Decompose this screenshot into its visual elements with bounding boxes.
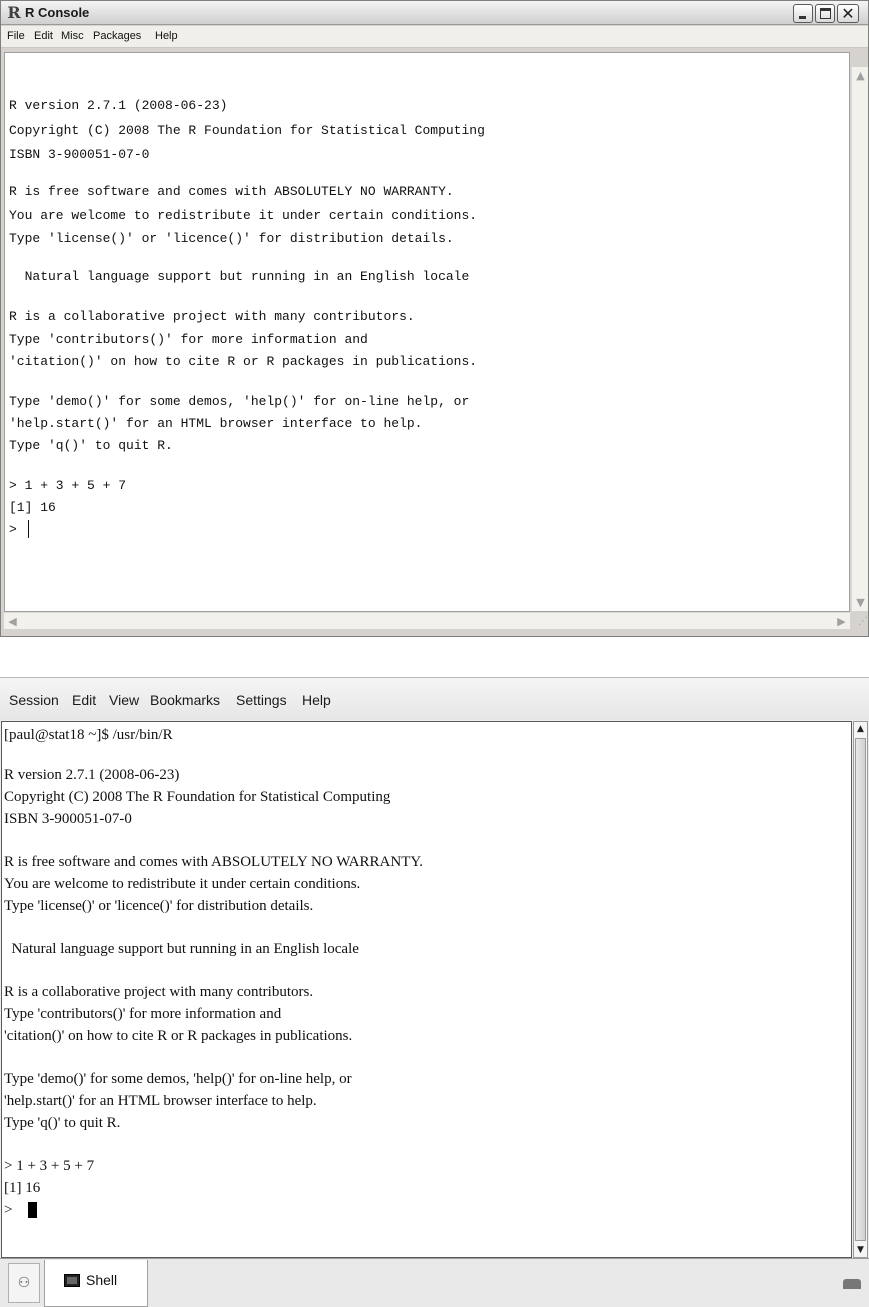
close-button[interactable]: ✕ — [837, 4, 859, 23]
maximize-button[interactable] — [815, 4, 835, 23]
console-line: 'citation()' on how to cite R or R packa… — [9, 354, 478, 369]
menu-edit[interactable]: Edit — [72, 692, 96, 708]
console-line: Type 'license()' or 'licence()' for dist… — [9, 231, 454, 246]
close-session-icon[interactable] — [843, 1279, 861, 1289]
menu-view[interactable]: View — [109, 692, 139, 708]
close-icon: ✕ — [841, 4, 855, 23]
terminal-line: Type 'contributors()' for more informati… — [4, 1006, 282, 1022]
console-line: Type 'demo()' for some demos, 'help()' f… — [9, 394, 470, 409]
terminal-line: Natural language support but running in … — [4, 941, 359, 957]
terminal-line: Type 'license()' or 'licence()' for dist… — [4, 898, 314, 914]
new-session-icon: ⚇ — [17, 1275, 31, 1291]
block-cursor — [28, 1202, 37, 1218]
console-line: Natural language support but running in … — [9, 269, 470, 284]
scroll-up-icon[interactable]: ▲ — [854, 722, 867, 736]
console-line: > 1 + 3 + 5 + 7 — [9, 478, 127, 493]
menu-help[interactable]: Help — [302, 692, 331, 708]
terminal-line: 'citation()' on how to cite R or R packa… — [4, 1028, 353, 1044]
terminal-prompt: > — [4, 1202, 17, 1218]
terminal-line: 'help.start()' for an HTML browser inter… — [4, 1093, 317, 1109]
menu-misc[interactable]: Misc — [61, 30, 84, 42]
scrollbar-thumb[interactable] — [855, 738, 866, 1241]
console-line: 'help.start()' for an HTML browser inter… — [9, 416, 423, 431]
terminal-line: R is free software and comes with ABSOLU… — [4, 854, 424, 870]
terminal-line: You are welcome to redistribute it under… — [4, 876, 361, 892]
scroll-down-icon[interactable]: ▼ — [852, 594, 869, 611]
terminal-line: [1] 16 — [4, 1180, 41, 1196]
r-logo-icon: R — [7, 3, 21, 22]
resize-grip-icon[interactable]: ⋰ — [851, 612, 868, 629]
scroll-left-icon[interactable]: ◀ — [4, 613, 21, 630]
terminal-line: [paul@stat18 ~]$ /usr/bin/R — [4, 727, 173, 743]
minimize-button[interactable] — [793, 4, 813, 23]
window-title: R Console — [25, 5, 90, 20]
menu-packages[interactable]: Packages — [93, 30, 141, 42]
console-output[interactable]: R version 2.7.1 (2008-06-23) Copyright (… — [4, 52, 850, 612]
horizontal-scrollbar[interactable]: ◀ ▶ — [4, 612, 850, 629]
tab-label: Shell — [86, 1272, 118, 1288]
terminal-window: Session Edit View Bookmarks Settings Hel… — [0, 677, 869, 1307]
console-line: Type 'q()' to quit R. — [9, 438, 173, 453]
console-line: R version 2.7.1 (2008-06-23) — [9, 98, 228, 113]
terminal-icon — [64, 1274, 80, 1287]
terminal-line: R version 2.7.1 (2008-06-23) — [4, 767, 180, 783]
terminal-line: R is a collaborative project with many c… — [4, 984, 314, 1000]
terminal-line: Type 'q()' to quit R. — [4, 1115, 121, 1131]
vertical-scrollbar[interactable]: ▲ ▼ — [851, 67, 868, 611]
title-bar[interactable]: R R Console ✕ — [1, 1, 868, 25]
minimize-icon — [799, 16, 806, 19]
scroll-down-icon[interactable]: ▼ — [854, 1243, 867, 1257]
console-line: [1] 16 — [9, 500, 56, 515]
vertical-scrollbar[interactable]: ▲ ▼ — [853, 721, 868, 1258]
console-line: Type 'contributors()' for more informati… — [9, 332, 368, 347]
menu-session[interactable]: Session — [9, 692, 59, 708]
console-prompt: > — [9, 522, 25, 537]
terminal-line: > 1 + 3 + 5 + 7 — [4, 1158, 95, 1174]
new-session-button[interactable]: ⚇ — [8, 1263, 40, 1303]
scroll-right-icon[interactable]: ▶ — [833, 613, 850, 630]
maximize-icon — [820, 8, 831, 19]
console-line: You are welcome to redistribute it under… — [9, 208, 478, 223]
menu-edit[interactable]: Edit — [34, 30, 53, 42]
tab-bar: ⚇ Shell — [0, 1258, 869, 1307]
terminal-line: Type 'demo()' for some demos, 'help()' f… — [4, 1071, 352, 1087]
terminal-line: ISBN 3-900051-07-0 — [4, 811, 132, 827]
console-line: Copyright (C) 2008 The R Foundation for … — [9, 123, 485, 138]
r-console-window: R R Console ✕ File Edit Misc Packages He… — [0, 0, 869, 637]
tab-shell[interactable]: Shell — [44, 1260, 148, 1307]
console-line: ISBN 3-900051-07-0 — [9, 147, 150, 162]
menu-bar: Session Edit View Bookmarks Settings Hel… — [0, 678, 869, 720]
menu-file[interactable]: File — [7, 30, 25, 42]
menu-settings[interactable]: Settings — [236, 692, 287, 708]
menu-bookmarks[interactable]: Bookmarks — [150, 692, 220, 708]
menu-help[interactable]: Help — [155, 30, 178, 42]
terminal-line: Copyright (C) 2008 The R Foundation for … — [4, 789, 391, 805]
console-line: R is free software and comes with ABSOLU… — [9, 184, 454, 199]
terminal-output[interactable]: [paul@stat18 ~]$ /usr/bin/R R version 2.… — [1, 721, 852, 1258]
text-caret — [28, 520, 29, 538]
console-line: R is a collaborative project with many c… — [9, 309, 415, 324]
menu-bar: File Edit Misc Packages Help — [1, 26, 868, 48]
scroll-up-icon[interactable]: ▲ — [852, 67, 869, 84]
